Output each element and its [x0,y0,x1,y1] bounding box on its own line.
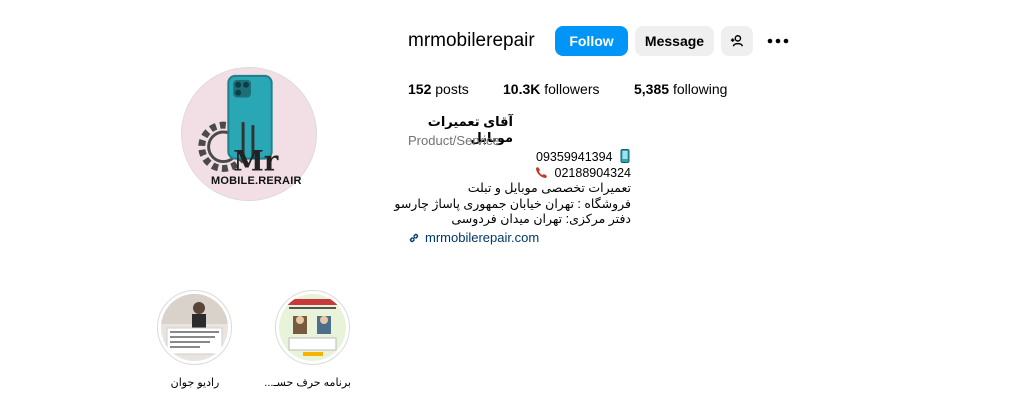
telephone-icon [536,166,548,178]
profile-stats: 152 posts 10.3K followers 5,385 followin… [408,81,763,97]
mobile-phone-icon [620,149,630,163]
profile-category: Product/Service [408,133,500,148]
add-user-icon [730,35,743,47]
bio-landline-line: 02188904324 [408,166,631,182]
following-count: 5,385 [634,81,670,97]
highlight-label: برنامه حرف حسـ... [264,377,351,389]
following-label: following [672,81,728,97]
profile-avatar[interactable]: Mr MOBILE.RERAIR [181,67,317,201]
bio-office-address-line: دفتر مرکزی: تهران میدان فردوسی [451,212,631,226]
following-stat[interactable]: 5,385 following [634,81,727,97]
highlight-label: رادیو جوان [170,377,220,389]
highlight-cover-image [161,294,228,361]
bio-store-address-line: فروشگاه : تهران خیابان جمهوری پاساژ چارس… [394,196,631,211]
link-icon [409,233,419,242]
followers-stat[interactable]: 10.3K followers [503,81,600,97]
bio-mobile-line: 09359941394 [408,149,631,166]
profile-username: mrmobilerepair [408,30,535,51]
suggested-accounts-button[interactable] [721,26,753,56]
posts-stat: 152 posts [408,81,469,97]
highlight-cover-image [279,294,346,361]
follow-button[interactable]: Follow [555,26,628,56]
svg-text:Mr: Mr [233,144,279,177]
story-highlight[interactable]: رادیو جوان [157,290,233,389]
followers-count: 10.3K [503,81,541,97]
more-icon [767,38,789,44]
posts-label: posts [435,81,469,97]
highlight-ring [275,290,350,365]
followers-label: followers [544,81,600,97]
highlight-thumbnail [161,294,228,361]
highlight-ring [157,290,232,365]
website-url: mrmobilerepair.com [425,230,540,245]
avatar-caption: MOBILE.RERAIR [211,175,302,187]
bio-mobile-number: 09359941394 [536,150,613,164]
bio-landline-number: 02188904324 [554,165,631,180]
message-button[interactable]: Message [635,26,714,56]
bio-services-line: تعمیرات تخصصی موبایل و تبلت [467,181,631,195]
story-highlight[interactable]: برنامه حرف حسـ... [264,290,351,389]
posts-count: 152 [408,81,432,97]
highlight-thumbnail [279,294,346,361]
profile-bio: 09359941394 02188904324 تعمیرات تخصصی مو… [394,149,631,228]
website-link[interactable]: mrmobilerepair.com [408,230,539,245]
more-options-button[interactable] [764,26,792,56]
